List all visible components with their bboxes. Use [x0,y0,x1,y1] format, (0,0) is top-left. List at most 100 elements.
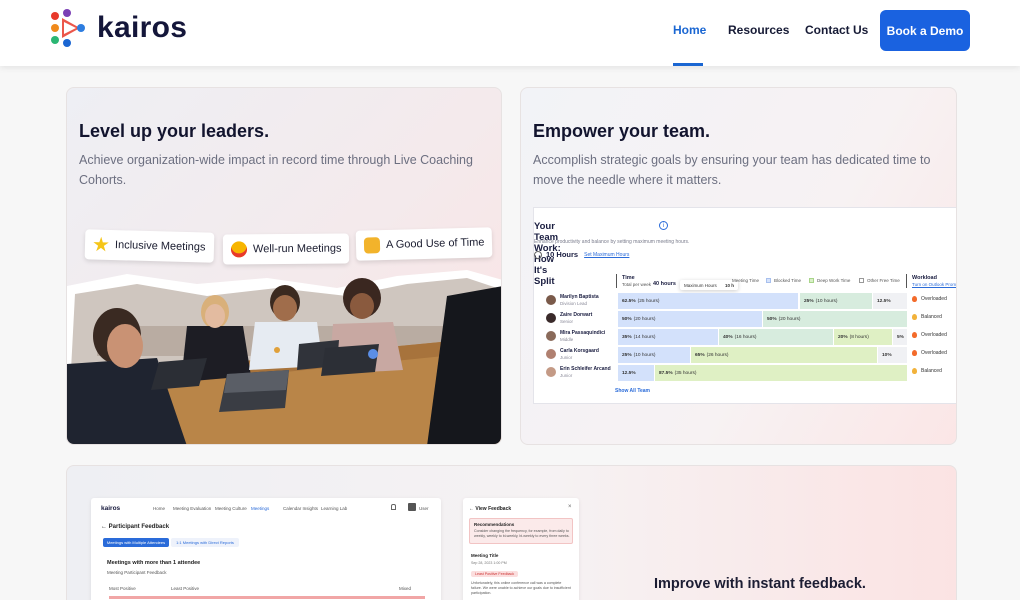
bell-icon[interactable] [391,504,396,510]
team-row[interactable]: Mira Passaquindici Middle 35% (14 hours) … [534,328,956,346]
show-all-team-link[interactable]: Show All Team [615,388,650,394]
flame-icon [912,332,917,338]
meeting-title-label: Meeting Title [471,553,499,558]
nav-resources[interactable]: Resources [728,23,789,37]
leaders-card: Level up your leaders. Achieve organizat… [66,87,502,445]
info-icon[interactable]: i [659,221,668,230]
seg-pct: 62.5% [622,298,636,304]
free-segment[interactable]: 10% [878,347,907,363]
set-max-hours-link[interactable]: Set Maximum Hours [584,252,629,258]
seg-pct: 87.5% [659,370,673,376]
seg-pct: 35% [622,334,632,340]
seg-hrs: (16 hours) [734,334,757,340]
team-row[interactable]: Erin Schleifer Arcand Junior 12.5% 87.5%… [534,364,956,382]
avatar [546,331,556,341]
team-split-panel: Your Team Work: How It's Split i Enhance… [533,207,956,404]
pill-label: A Good Use of Time [385,236,485,251]
workload-status: Overloaded [912,296,947,302]
blocked-segment[interactable]: 25% (10 hours) [800,293,872,309]
team-row[interactable]: Carla Korsgaard Junior 25% (10 hours) 65%… [534,346,956,364]
seg-hrs: (10 hours) [815,298,838,304]
flame-icon [912,350,917,356]
meeting-segment[interactable]: 12.5% [618,365,654,381]
free-segment[interactable]: 12.5% [873,293,907,309]
pill-inclusive-meetings: Inclusive Meetings [84,229,214,263]
pill-label: Inclusive Meetings [114,239,206,254]
mock-tab-active[interactable]: Meetings with Multiple Attendees [103,538,169,547]
divider [616,274,617,288]
site-header: kairos Home Resources Contact Us Book a … [0,0,1020,66]
mock-col: Most Positive [109,586,136,591]
mock-tab[interactable]: 1:1 Meetings with Direct Reports [171,538,239,547]
max-hours-value: 10 Hours [546,250,579,259]
mock-nav-item[interactable]: Meetings [251,506,269,511]
side-title: View Feedback [475,506,512,512]
avatar[interactable] [408,503,416,511]
checkbox-icon[interactable] [766,278,771,283]
workload-status: Balanced [912,314,942,320]
checkbox-icon[interactable] [859,278,864,283]
blocked-segment[interactable]: 50% (20 hours) [763,311,907,327]
team-row[interactable]: Marilyn Baptista Division Lead 62.5% (25 … [534,292,956,310]
recommendation-box: Recommendations Consider changing the fr… [469,518,573,544]
brand-logo[interactable]: kairos [50,9,187,47]
team-meeting-photo [67,270,501,444]
mock-nav-item[interactable]: Home [153,506,165,511]
legend-blocked: Blocked Time [766,278,801,283]
feedback-app-mock: kairos Home Meeting Evaluation Meeting C… [91,498,441,600]
workload-status: Balanced [912,368,942,374]
feedback-card: kairos Home Meeting Evaluation Meeting C… [66,465,957,600]
team-card: Empower your team. Accomplish strategic … [520,87,957,445]
mock-user[interactable]: User [419,506,429,511]
free-segment[interactable]: 5% [893,329,907,345]
meeting-segment[interactable]: 62.5% (25 hours) [618,293,798,309]
mock-nav-item[interactable]: Meeting Culture [215,506,247,511]
heart-eyes-icon [230,241,248,258]
feedback-text: Unfortunately, this online conference ca… [471,581,571,595]
checkbox-icon[interactable] [809,278,814,283]
meeting-segment[interactable]: 25% (10 hours) [618,347,690,363]
deep-work-segment[interactable]: 65% (26 hours) [691,347,877,363]
pill-label: Well-run Meetings [252,242,342,256]
mock-nav-item[interactable]: Learning Lab [321,506,347,511]
mock-nav-item[interactable]: Calendar Insights [283,506,318,511]
outlook-link[interactable]: Turn on Outlook Prom [912,282,956,287]
seg-hrs: (35 hours) [674,370,697,376]
member-name: Carla Korsgaard [560,348,599,354]
seg-pct: 20% [838,334,848,340]
deep-work-segment[interactable]: 20% (8 hours) [834,329,892,345]
meeting-segment[interactable]: 35% (14 hours) [618,329,718,345]
workload-status: Overloaded [912,332,947,338]
member-role: Middle [560,337,574,342]
seg-pct: 65% [695,352,705,358]
book-demo-button[interactable]: Book a Demo [880,10,970,51]
legend-label: Other Free Time [867,278,900,283]
workload-header: Workload [912,275,937,281]
deep-work-segment[interactable]: 87.5% (35 hours) [655,365,907,381]
nav-contact-us[interactable]: Contact Us [805,23,868,37]
close-icon[interactable]: × [568,504,572,510]
member-role: Junior [560,355,573,360]
max-hours-tooltip: Maximum Hours 10 h [680,280,738,290]
member-role: Senior [560,319,574,324]
workload-label: Overloaded [921,350,947,356]
nav-active-underline [673,63,703,66]
rec-title: Recommendations [474,522,515,527]
meeting-segment[interactable]: 50% (20 hours) [618,311,762,327]
team-row[interactable]: Zaire Dorwart Senior 50% (20 hours) 50% (2… [534,310,956,328]
least-positive-badge: Least Positive Feedback [471,571,519,577]
thumbs-up-icon [363,237,381,254]
seg-hrs: (14 hours) [633,334,656,340]
time-subheader: Total per week [622,282,652,287]
mock-nav-item[interactable]: Meeting Evaluation [173,506,211,511]
blocked-segment[interactable]: 40% (16 hours) [719,329,833,345]
member-name: Marilyn Baptista [560,294,599,300]
team-description: Accomplish strategic goals by ensuring y… [533,153,931,187]
legend-meeting: Meeting Time [732,278,759,283]
nav-home[interactable]: Home [673,23,706,37]
seg-hrs: (8 hours) [849,334,869,340]
mock-col: Mixed [399,586,412,591]
avatar [546,367,556,377]
time-header: Time [622,275,635,281]
seg-pct: 10% [882,352,892,358]
